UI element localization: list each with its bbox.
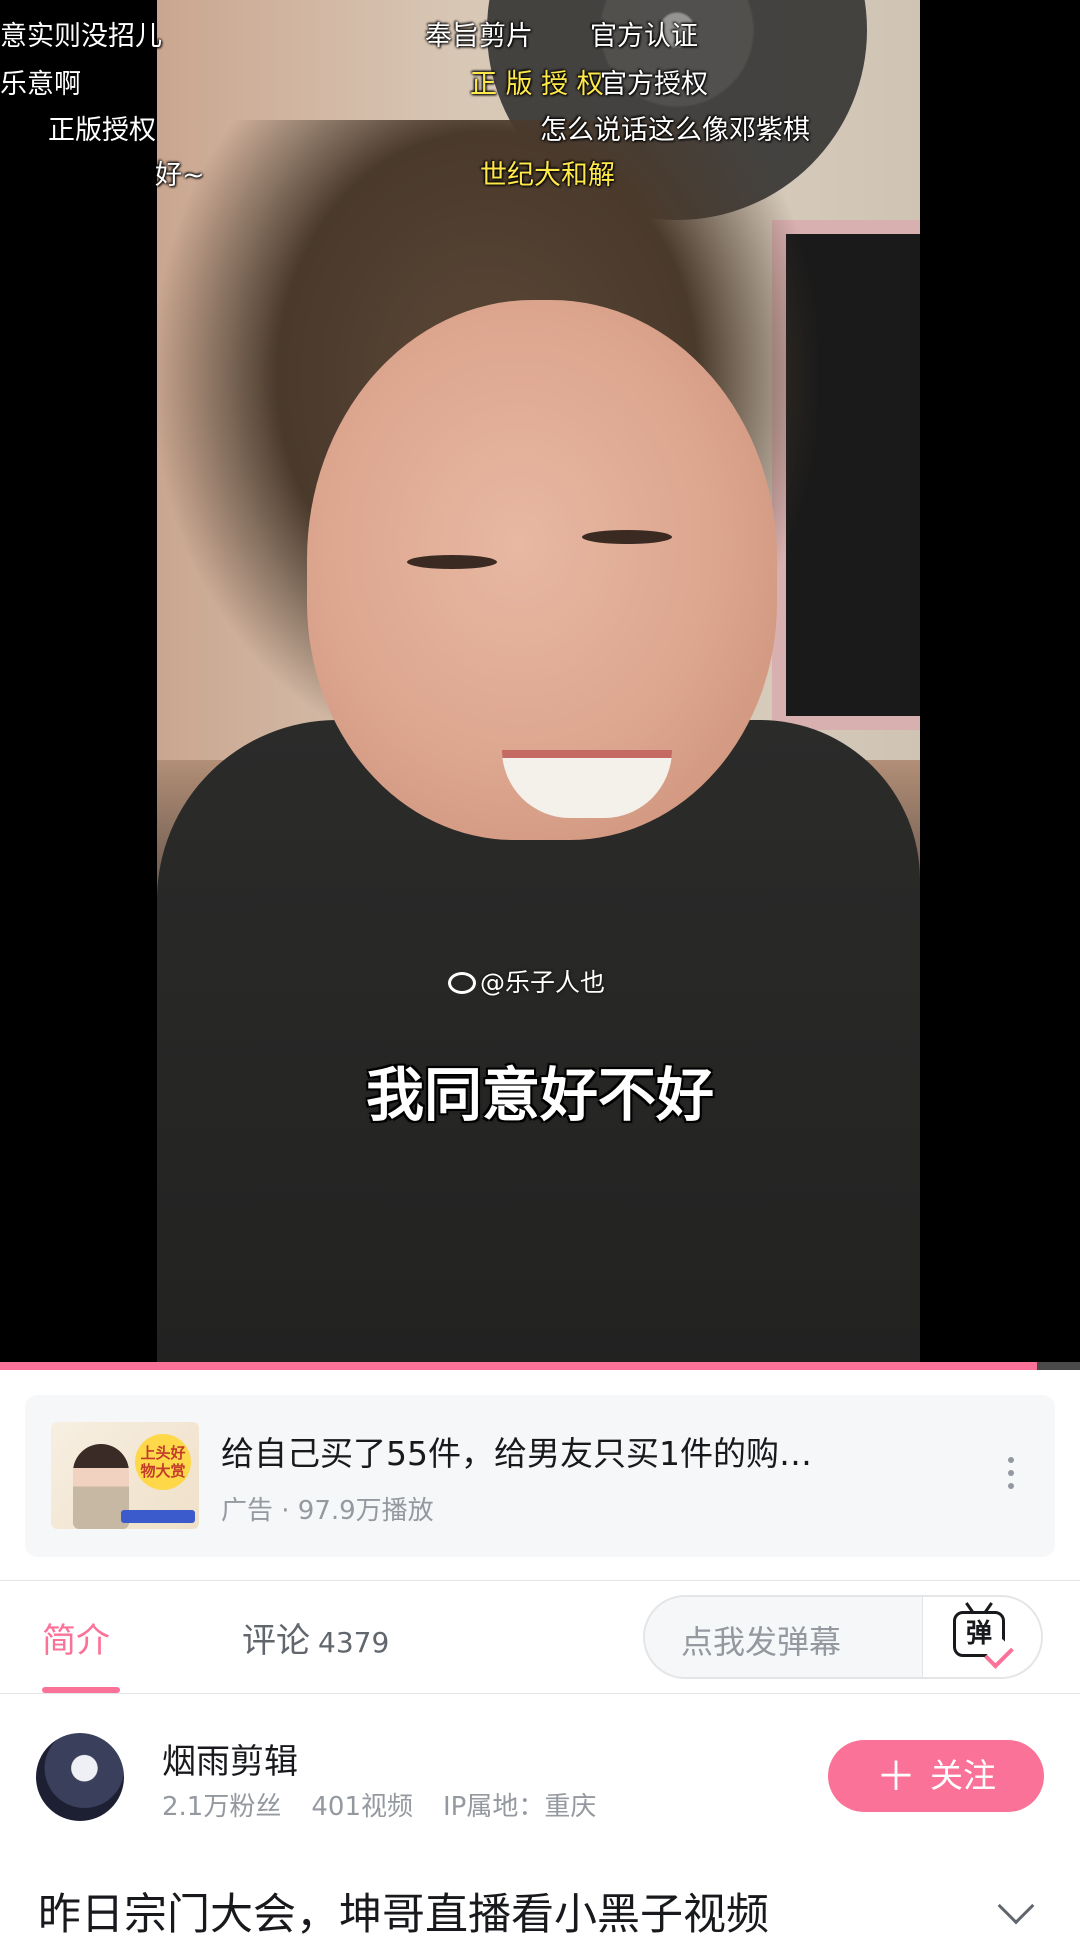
- tab-intro[interactable]: 简介: [42, 1613, 110, 1662]
- progress-bar-fill: [0, 1362, 1037, 1370]
- danmaku-comment: 官方授权: [600, 69, 708, 100]
- tab-bar: 简介 评论 4379 点我发弹幕 弹: [0, 1580, 1080, 1694]
- danmaku-comment: 怎么说话这么像邓紫棋: [540, 115, 810, 146]
- weibo-watermark: @乐子人也: [448, 963, 605, 999]
- uploader-fans: 2.1万粉丝: [162, 1792, 282, 1822]
- tab-comments[interactable]: 评论 4379: [242, 1613, 389, 1662]
- video-title: 昨日宗门大会，坤哥直播看小黑子视频: [38, 1890, 769, 1940]
- danmaku-icon: 弹: [953, 1611, 1014, 1669]
- video-player[interactable]: 意实则没招儿 乐意啊 正版授权 好~ 奉旨剪片 官方认证 正 版 授 权 官方授…: [0, 0, 1080, 1370]
- video-frame[interactable]: [157, 0, 920, 1362]
- ad-card[interactable]: 上头好物大赏 给自己买了55件，给男友只买1件的购… 广告 · 97.9万播放: [25, 1395, 1055, 1557]
- danmaku-comment: 正 版 授 权: [470, 69, 604, 100]
- progress-bar[interactable]: [0, 1362, 1080, 1370]
- follow-button[interactable]: ＋ 关注: [828, 1740, 1044, 1812]
- plus-icon: ＋: [876, 1754, 916, 1800]
- tab-comments-label: 评论: [242, 1621, 310, 1661]
- uploader-stats: 2.1万粉丝 401视频 IP属地：重庆: [162, 1786, 626, 1823]
- danmaku-input-placeholder: 点我发弹幕: [681, 1623, 842, 1661]
- watermark-text: @乐子人也: [480, 968, 606, 997]
- danmaku-comment: 世纪大和解: [480, 160, 615, 191]
- ad-thumbnail-badge: 上头好物大赏: [135, 1434, 191, 1490]
- danmaku-comment: 官方认证: [590, 21, 698, 52]
- video-subtitle: 我同意好不好: [365, 1061, 714, 1129]
- more-options-icon[interactable]: [1007, 1457, 1015, 1497]
- video-subject-eye: [582, 530, 672, 544]
- danmaku-comment: 奉旨剪片: [425, 21, 533, 52]
- uploader-avatar[interactable]: [36, 1733, 124, 1821]
- danmaku-toggle-button[interactable]: 弹: [922, 1597, 1041, 1677]
- danmaku-comment: 好~: [155, 160, 205, 191]
- uploader-videos: 401视频: [311, 1792, 413, 1822]
- ad-thumbnail[interactable]: 上头好物大赏: [51, 1422, 199, 1529]
- weibo-icon: [448, 972, 476, 994]
- chevron-down-icon[interactable]: [997, 1887, 1035, 1925]
- danmaku-comment: 乐意啊: [0, 69, 81, 100]
- follow-button-label: 关注: [930, 1756, 996, 1795]
- video-subject-eye: [407, 555, 497, 569]
- comment-count: 4379: [318, 1626, 390, 1659]
- danmaku-input[interactable]: 点我发弹幕 弹: [643, 1595, 1043, 1679]
- ad-meta: 广告 · 97.9万播放: [221, 1496, 434, 1526]
- uploader-ip: IP属地：重庆: [443, 1792, 597, 1822]
- uploader-name[interactable]: 烟雨剪辑: [162, 1734, 298, 1783]
- ad-thumbnail-ribbon: [121, 1510, 195, 1523]
- danmaku-comment: 意实则没招儿: [0, 21, 162, 52]
- active-tab-indicator: [42, 1687, 120, 1693]
- ad-title[interactable]: 给自己买了55件，给男友只买1件的购…: [221, 1427, 941, 1475]
- danmaku-comment: 正版授权: [48, 115, 156, 146]
